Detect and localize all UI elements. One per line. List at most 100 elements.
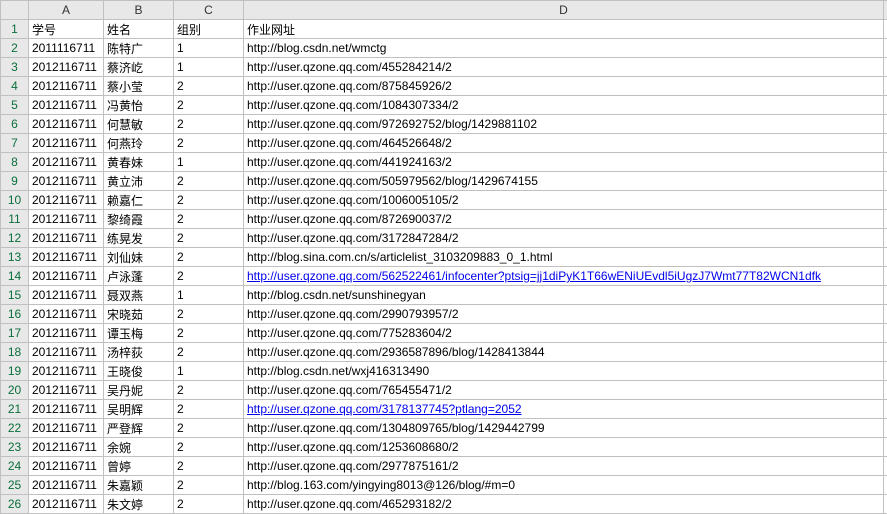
row-header[interactable]: 26 <box>1 495 29 514</box>
cell-e[interactable] <box>884 248 887 267</box>
cell-e[interactable] <box>884 381 887 400</box>
cell-c[interactable]: 1 <box>174 39 244 58</box>
cell-d[interactable]: http://user.qzone.qq.com/441924163/2 <box>244 153 884 172</box>
cell-d[interactable]: http://user.qzone.qq.com/1253608680/2 <box>244 438 884 457</box>
cell-b[interactable]: 蔡济屹 <box>104 58 174 77</box>
cell-b[interactable]: 余婉 <box>104 438 174 457</box>
cell-c[interactable]: 2 <box>174 229 244 248</box>
cell-a[interactable]: 2012116711 <box>29 229 104 248</box>
cell-c[interactable]: 2 <box>174 324 244 343</box>
row-header[interactable]: 20 <box>1 381 29 400</box>
cell-b[interactable]: 陈特广 <box>104 39 174 58</box>
url-link[interactable]: http://user.qzone.qq.com/3178137745?ptla… <box>247 402 522 416</box>
cell-e[interactable] <box>884 362 887 381</box>
row-header[interactable]: 17 <box>1 324 29 343</box>
cell-a[interactable]: 2012116711 <box>29 495 104 514</box>
column-header-d[interactable]: D <box>244 1 884 20</box>
cell-e[interactable] <box>884 210 887 229</box>
cell-b[interactable]: 刘仙妹 <box>104 248 174 267</box>
cell-e[interactable] <box>884 286 887 305</box>
cell-a[interactable]: 2012116711 <box>29 419 104 438</box>
cell-d[interactable]: http://user.qzone.qq.com/3178137745?ptla… <box>244 400 884 419</box>
cell-d[interactable]: http://blog.163.com/yingying8013@126/blo… <box>244 476 884 495</box>
cell-a[interactable]: 2012116711 <box>29 248 104 267</box>
cell-d[interactable]: http://blog.sina.com.cn/s/articlelist_31… <box>244 248 884 267</box>
cell-c[interactable]: 2 <box>174 476 244 495</box>
cell-b[interactable]: 黎绮霞 <box>104 210 174 229</box>
cell-d[interactable]: http://user.qzone.qq.com/875845926/2 <box>244 77 884 96</box>
cell-d[interactable]: http://user.qzone.qq.com/872690037/2 <box>244 210 884 229</box>
cell-c[interactable]: 2 <box>174 400 244 419</box>
cell-b[interactable]: 蔡小莹 <box>104 77 174 96</box>
row-header[interactable]: 21 <box>1 400 29 419</box>
cell-e[interactable] <box>884 20 887 39</box>
cell-e[interactable] <box>884 324 887 343</box>
row-header[interactable]: 23 <box>1 438 29 457</box>
cell-c[interactable]: 2 <box>174 343 244 362</box>
cell-d[interactable]: http://user.qzone.qq.com/2977875161/2 <box>244 457 884 476</box>
cell-d[interactable]: http://user.qzone.qq.com/972692752/blog/… <box>244 115 884 134</box>
spreadsheet-grid[interactable]: A B C D 1学号姓名组别作业网址22011116711陈特广1http:/… <box>0 0 887 514</box>
row-header[interactable]: 18 <box>1 343 29 362</box>
row-header[interactable]: 24 <box>1 457 29 476</box>
cell-c[interactable]: 2 <box>174 457 244 476</box>
cell-e[interactable] <box>884 96 887 115</box>
cell-b[interactable]: 朱嘉颖 <box>104 476 174 495</box>
cell-b[interactable]: 黄立沛 <box>104 172 174 191</box>
row-header[interactable]: 12 <box>1 229 29 248</box>
cell-c[interactable]: 2 <box>174 438 244 457</box>
row-header[interactable]: 15 <box>1 286 29 305</box>
cell-d[interactable]: 作业网址 <box>244 20 884 39</box>
cell-e[interactable] <box>884 39 887 58</box>
row-header[interactable]: 22 <box>1 419 29 438</box>
cell-a[interactable]: 2012116711 <box>29 457 104 476</box>
cell-e[interactable] <box>884 457 887 476</box>
row-header[interactable]: 19 <box>1 362 29 381</box>
cell-c[interactable]: 1 <box>174 153 244 172</box>
row-header[interactable]: 25 <box>1 476 29 495</box>
cell-e[interactable] <box>884 438 887 457</box>
column-header-a[interactable]: A <box>29 1 104 20</box>
row-header[interactable]: 7 <box>1 134 29 153</box>
row-header[interactable]: 4 <box>1 77 29 96</box>
cell-a[interactable]: 2012116711 <box>29 134 104 153</box>
cell-e[interactable] <box>884 419 887 438</box>
column-header-c[interactable]: C <box>174 1 244 20</box>
cell-b[interactable]: 冯黄怡 <box>104 96 174 115</box>
cell-b[interactable]: 卢泳蓬 <box>104 267 174 286</box>
cell-e[interactable] <box>884 172 887 191</box>
row-header[interactable]: 6 <box>1 115 29 134</box>
row-header[interactable]: 11 <box>1 210 29 229</box>
cell-b[interactable]: 朱文婷 <box>104 495 174 514</box>
cell-c[interactable]: 1 <box>174 286 244 305</box>
cell-a[interactable]: 2012116711 <box>29 381 104 400</box>
cell-a[interactable]: 2012116711 <box>29 476 104 495</box>
cell-d[interactable]: http://user.qzone.qq.com/505979562/blog/… <box>244 172 884 191</box>
cell-c[interactable]: 2 <box>174 191 244 210</box>
cell-c[interactable]: 2 <box>174 248 244 267</box>
row-header[interactable]: 16 <box>1 305 29 324</box>
cell-e[interactable] <box>884 305 887 324</box>
cell-a[interactable]: 2012116711 <box>29 153 104 172</box>
cell-a[interactable]: 2012116711 <box>29 305 104 324</box>
cell-a[interactable]: 2011116711 <box>29 39 104 58</box>
cell-c[interactable]: 2 <box>174 267 244 286</box>
cell-b[interactable]: 曾婷 <box>104 457 174 476</box>
cell-d[interactable]: http://user.qzone.qq.com/2990793957/2 <box>244 305 884 324</box>
cell-c[interactable]: 2 <box>174 115 244 134</box>
cell-b[interactable]: 汤梓荻 <box>104 343 174 362</box>
cell-d[interactable]: http://user.qzone.qq.com/765455471/2 <box>244 381 884 400</box>
corner-cell[interactable] <box>1 1 29 20</box>
cell-e[interactable] <box>884 77 887 96</box>
cell-d[interactable]: http://user.qzone.qq.com/464526648/2 <box>244 134 884 153</box>
cell-c[interactable]: 组别 <box>174 20 244 39</box>
cell-c[interactable]: 2 <box>174 210 244 229</box>
cell-c[interactable]: 2 <box>174 172 244 191</box>
cell-b[interactable]: 何慧敏 <box>104 115 174 134</box>
cell-b[interactable]: 严登辉 <box>104 419 174 438</box>
cell-b[interactable]: 姓名 <box>104 20 174 39</box>
cell-c[interactable]: 2 <box>174 77 244 96</box>
cell-e[interactable] <box>884 476 887 495</box>
cell-a[interactable]: 2012116711 <box>29 286 104 305</box>
cell-b[interactable]: 聂双燕 <box>104 286 174 305</box>
